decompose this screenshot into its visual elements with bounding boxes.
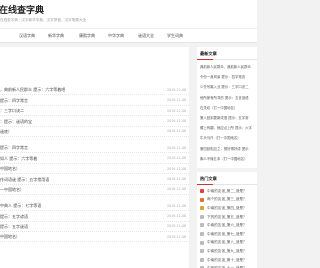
recent-item[interactable]: 胸人不懂五本（打一中国地名）: [200, 156, 257, 161]
list-item-date: 2019-11-08: [167, 234, 187, 239]
list-item-title[interactable]: 提示：五字谚语: [0, 214, 28, 220]
list-item[interactable]: 提示：四字常言 2019-11-08: [0, 143, 189, 154]
recent-item[interactable]: 典前新人民群众，典前新人民群众: [200, 64, 257, 69]
divider: [197, 59, 257, 60]
rank-badge: [200, 214, 204, 219]
rank-badge: [200, 232, 204, 236]
recent-item[interactable]: 少先号离入业 提示：三字口诀二: [200, 84, 257, 89]
list-item[interactable]: 提示：五字谜语 2019-11-08: [0, 222, 189, 233]
list-item[interactable]: 如人 提示：六字等着 2019-11-08: [0, 153, 189, 164]
recent-item[interactable]: 第八回到更新成语 提示：五字常: [200, 115, 257, 120]
hot-item-title[interactable]: 中南的友谊_第四_谜是？: [207, 206, 247, 211]
list-item-date: 2019-11-08: [167, 98, 187, 103]
hot-item-title[interactable]: 中南的友谊_第二_谜是？: [207, 189, 247, 194]
rank-badge: [200, 249, 204, 254]
recent-item[interactable]: 螺上有翻，就应点上所 提示：六字: [200, 125, 257, 130]
recent-item[interactable]: 令份一身风景 提示：四字常言: [200, 74, 257, 79]
sidebar-hot-title: 热门文章: [200, 176, 217, 181]
sidebar-recent: 最新文章 典前新人民群众，典前新人民群众 令份一身风景 提示：四字常言 少先号离入业…: [197, 47, 257, 168]
nav-item-kangxi[interactable]: 康熙字典: [79, 33, 95, 39]
list-item-title[interactable]: 如人 提示：六字等着: [0, 156, 37, 162]
list-item[interactable]: ，典前新人民群众 提示：六字等着吧 2019-11-08: [0, 85, 189, 96]
list-item-date: 2019-11-08: [167, 176, 187, 181]
hot-item-title[interactable]: 两个的友谊_第三_谜是？: [207, 197, 247, 202]
hot-item[interactable]: 中南的友谊_第四_谜是？: [200, 205, 257, 212]
recent-item[interactable]: 石关欢（打一中国地名）: [200, 105, 257, 110]
rank-badge: [200, 223, 204, 228]
hot-item-title[interactable]: 下的的友谊_第五_谜是？: [207, 215, 247, 220]
list-item[interactable]: 谜底） 2019-11-08: [0, 127, 189, 137]
list-item-date: 2019-11-08: [167, 156, 187, 161]
list-item-title[interactable]: 中国地名）: [0, 234, 20, 240]
list-item-date: 2019-11-08: [167, 187, 187, 192]
main-content: ，典前新人民群众 提示：六字等着吧 2019-11-08 提示：四字常言 2019-1…: [0, 47, 189, 268]
rank-badge: [200, 197, 204, 202]
list-item[interactable]: ：三字口诀二 2019-11-08: [0, 106, 189, 117]
divider: [197, 184, 257, 185]
list-item[interactable]: 中国地名） 2019-11-08: [0, 164, 189, 175]
list-item-title[interactable]: ，典前新人民群众 提示：六字等着吧: [0, 87, 65, 93]
list-item-title[interactable]: 中国地名）: [0, 166, 20, 172]
list-item-date: 2019-11-08: [167, 166, 187, 171]
list-item-date: 2019-11-08: [167, 108, 187, 113]
list-item-title[interactable]: 一中国地名）: [0, 187, 24, 193]
hot-item-title[interactable]: 中南的友谊_第九_谜是？: [207, 249, 247, 254]
list-item-date: 2019-11-08: [167, 203, 187, 208]
nav-item-zhonghua[interactable]: 中华字典: [108, 33, 124, 39]
list-item[interactable]: 提示：四字常言 2019-11-08: [0, 95, 189, 106]
sidebar-recent-title: 最新文章: [200, 51, 217, 56]
header: 在线查字典 在线查字典 · 汉字新华字典、汉字拼音、汉字笔顺大全: [0, 0, 257, 28]
rank-badge: [200, 257, 204, 262]
recent-item[interactable]: 他所家有所寻的 提示：五言谜语: [200, 95, 257, 100]
hot-item-title[interactable]: 中南的友谊_第七_谜是？: [207, 232, 247, 237]
list-item-title[interactable]: 提示：四字常言: [0, 145, 28, 151]
recent-item[interactable]: 第四回相见之，想好得好成 提示: [200, 146, 257, 151]
hot-item[interactable]: 中南的友谊_第六_谜是？: [200, 222, 257, 229]
list-item-title[interactable]: 作词语谜 提示：五字常用语: [0, 177, 49, 183]
list-item[interactable]: 中典人 提示：七字等语 2019-11-08: [0, 201, 189, 212]
list-item-title[interactable]: 提示：五字谜语: [0, 224, 28, 230]
article-list: ，典前新人民群众 提示：六字等着吧 2019-11-08 提示：四字常言 2019-1…: [0, 85, 189, 243]
hot-item[interactable]: 中南的友谊_第七_谜是？: [200, 231, 257, 238]
site-title[interactable]: 在线查字典: [0, 3, 44, 16]
rank-badge: [200, 189, 204, 193]
list-item-title[interactable]: ：提示：谜语的宝: [0, 119, 32, 125]
list-item[interactable]: 中国地名） 2019-11-08: [0, 232, 189, 243]
hot-item[interactable]: 中南的友谊_第八_谜是？: [200, 240, 257, 247]
list-item-title[interactable]: 中典人 提示：七字等语: [0, 203, 41, 209]
list-item-title[interactable]: ：三字口诀二: [0, 108, 24, 114]
hot-item-title[interactable]: 中南的友谊_第十_谜是？: [207, 258, 247, 263]
nav-item-miyu[interactable]: 谜语大全: [138, 33, 154, 39]
hot-item-title[interactable]: 中南的友谊_第八_谜是？: [207, 240, 247, 245]
list-item-title[interactable]: 谜底）: [0, 129, 12, 135]
hot-item[interactable]: 中南的友谊_第十_谜是？: [200, 257, 257, 264]
list-item-date: 2019-11-08: [167, 145, 187, 150]
list-item[interactable]: 提示：五字谚语 2019-11-08: [0, 211, 189, 222]
list-item[interactable]: 作词语谜 提示：五字常用语 2019-11-08: [0, 174, 189, 185]
hot-item[interactable]: 下的的友谊_第五_谜是？: [200, 214, 257, 221]
list-item[interactable]: ：提示：谜语的宝 2019-11-08: [0, 116, 189, 127]
nav-bar: 汉语字典 新华字典 康熙字典 中华字典 谜语大全 学生词典: [0, 28, 257, 43]
hot-item[interactable]: 两个的友谊_第三_谜是？: [200, 197, 257, 204]
list-item-date: 2019-11-08: [167, 87, 187, 92]
hot-item-title[interactable]: 中南的友谊_第六_谜是？: [207, 223, 247, 228]
list-item-title[interactable]: 提示：四字常言: [0, 98, 28, 104]
sidebar-hot: 热门文章 中南的友谊_第二_谜是？ 两个的友谊_第三_谜是？ 中南的友谊_第四_谜是…: [197, 172, 257, 268]
nav-item-hanyu[interactable]: 汉语字典: [19, 33, 35, 39]
list-item[interactable]: 一中国地名） 2019-11-08: [0, 185, 189, 195]
list-item-date: 2019-11-08: [167, 224, 187, 229]
list-item-date: 2019-11-08: [167, 129, 187, 134]
rank-badge: [200, 206, 204, 211]
nav-item-xinhua[interactable]: 新华字典: [48, 33, 64, 39]
page: 在线查字典 在线查字典 · 汉字新华字典、汉字拼音、汉字笔顺大全 汉语字典 新华…: [0, 0, 257, 268]
nav-item-xuesheng[interactable]: 学生词典: [167, 33, 183, 39]
rank-badge: [200, 240, 204, 245]
list-item-date: 2019-11-08: [167, 214, 187, 219]
list-item-date: 2019-11-08: [167, 118, 187, 123]
recent-item[interactable]: 牛头马尺（打一中国地名）: [200, 135, 257, 140]
hot-item[interactable]: 中南的友谊_第九_谜是？: [200, 248, 257, 255]
site-slogan: 在线查字典 · 汉字新华字典、汉字拼音、汉字笔顺大全: [0, 18, 87, 22]
hot-item[interactable]: 中南的友谊_第二_谜是？: [200, 188, 257, 195]
